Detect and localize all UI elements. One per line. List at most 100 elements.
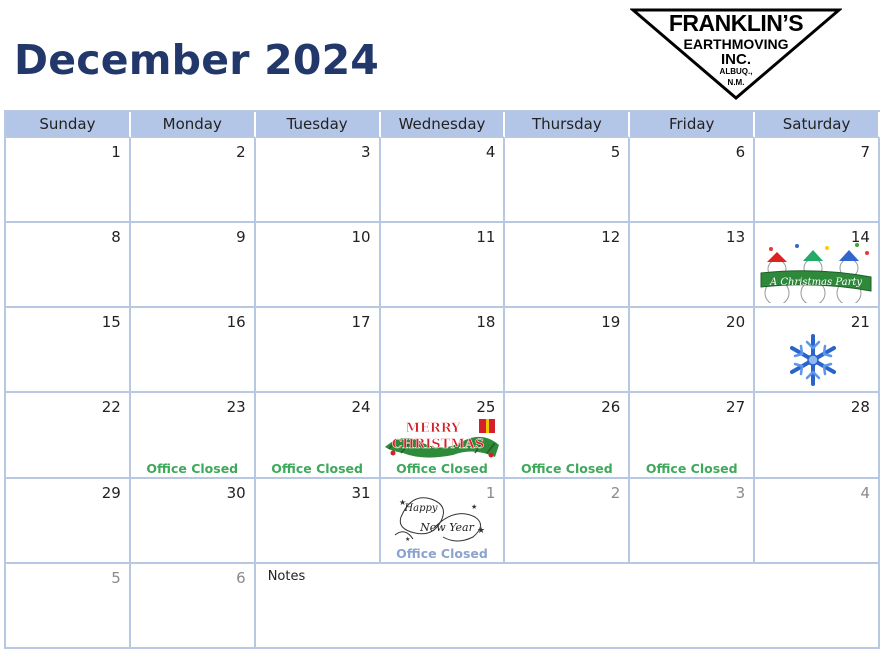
day-cell[interactable]: 16	[130, 308, 256, 394]
party-banner-text: A Christmas Party	[769, 277, 862, 288]
snowflake-icon	[785, 332, 841, 392]
day-number: 24	[351, 398, 371, 417]
day-cell[interactable]: 7	[755, 138, 880, 224]
day-number: 2	[610, 483, 621, 502]
day-cell[interactable]: 6	[630, 138, 756, 224]
day-cell[interactable]: 2	[130, 138, 256, 224]
christmas-party-clipart: A Christmas Party	[757, 241, 875, 307]
day-cell[interactable]: 28	[755, 393, 880, 479]
weekday-monday: Monday	[130, 112, 256, 138]
day-cell[interactable]: 29	[6, 478, 131, 564]
day-cell[interactable]: 24 Office Closed	[255, 393, 381, 479]
day-number: 10	[351, 228, 371, 247]
day-cell[interactable]: 22	[6, 393, 131, 479]
day-cell[interactable]: 1 Happy New Year ★ ★ ★ ★ Office Closed	[380, 478, 506, 564]
day-number: 25	[476, 398, 496, 417]
day-cell[interactable]: 15	[6, 308, 131, 394]
weekday-friday: Friday	[630, 112, 756, 138]
day-number: 18	[476, 313, 496, 332]
merry-text: MERRY	[405, 421, 461, 436]
day-number: 15	[101, 313, 121, 332]
day-cell[interactable]: 10	[255, 223, 381, 309]
day-number: 27	[726, 398, 746, 417]
day-number: 3	[361, 143, 371, 161]
day-number: 1	[485, 483, 496, 502]
day-number: 11	[476, 228, 496, 247]
weekday-saturday: Saturday	[755, 112, 880, 138]
day-cell[interactable]: 21	[755, 308, 880, 394]
day-number: 17	[351, 313, 371, 332]
day-number: 5	[610, 143, 621, 161]
day-cell[interactable]: 31	[255, 478, 381, 564]
svg-text:★: ★	[405, 536, 410, 543]
weekday-wednesday: Wednesday	[380, 112, 506, 138]
day-cell[interactable]: 17	[255, 308, 381, 394]
day-number: 9	[236, 228, 246, 247]
svg-text:★: ★	[471, 503, 477, 511]
day-number: 5	[111, 568, 121, 587]
logo-line-5: N.M.	[727, 78, 745, 87]
day-number: 23	[226, 398, 246, 417]
day-cell[interactable]: 11	[380, 223, 506, 309]
happy-new-year-clipart: Happy New Year ★ ★ ★ ★	[391, 487, 487, 551]
day-cell[interactable]: 30	[130, 478, 256, 564]
notes-area[interactable]: Notes	[255, 563, 880, 649]
day-cell[interactable]: 4	[380, 138, 506, 224]
day-cell[interactable]: 5	[6, 563, 131, 649]
office-closed-label: Office Closed	[645, 460, 738, 476]
day-number: 12	[601, 228, 621, 247]
day-number: 6	[236, 568, 246, 587]
day-cell[interactable]: 26 Office Closed	[505, 393, 631, 479]
day-number: 13	[726, 228, 746, 247]
christmas-text: CHRISTMAS	[391, 437, 483, 452]
logo-line-1: FRANKLIN’S	[668, 10, 804, 36]
new-year-text: New Year	[419, 521, 474, 534]
office-closed-label: Office Closed	[146, 460, 239, 476]
day-cell[interactable]: 2	[505, 478, 631, 564]
day-number: 31	[351, 483, 371, 502]
day-cell[interactable]: 3	[630, 478, 756, 564]
svg-text:★: ★	[399, 498, 406, 507]
office-closed-label: Office Closed	[396, 545, 488, 561]
calendar-grid: Sunday Monday Tuesday Wednesday Thursday…	[4, 110, 880, 649]
office-closed-label: Office Closed	[271, 460, 363, 476]
weekday-tuesday: Tuesday	[255, 112, 381, 138]
svg-text:★: ★	[477, 526, 485, 536]
day-cell[interactable]: 27 Office Closed	[630, 393, 756, 479]
day-number: 19	[601, 313, 621, 332]
day-cell[interactable]: 8	[6, 223, 131, 309]
day-cell[interactable]: 6	[130, 563, 256, 649]
day-number: 21	[850, 313, 870, 332]
day-number: 2	[236, 143, 246, 161]
day-number: 20	[726, 313, 746, 332]
logo-line-3: INC.	[721, 51, 751, 68]
day-number: 7	[860, 143, 870, 161]
logo-line-4: ALBUQ.,	[719, 67, 753, 76]
day-cell[interactable]: 13	[630, 223, 756, 309]
weekday-thursday: Thursday	[505, 112, 631, 138]
day-cell[interactable]: 23 Office Closed	[130, 393, 256, 479]
day-number: 1	[111, 143, 121, 161]
notes-label: Notes	[267, 568, 306, 584]
day-number: 4	[485, 143, 496, 161]
day-number: 29	[101, 483, 121, 502]
day-cell[interactable]: 4	[755, 478, 880, 564]
day-cell[interactable]: 14 A Christmas Party	[755, 223, 880, 309]
day-number: 28	[850, 398, 870, 417]
day-number: 16	[226, 313, 246, 332]
day-number: 22	[101, 398, 121, 417]
day-number: 30	[226, 483, 246, 502]
day-cell[interactable]: 25 MERRY CHRISTMAS Office Closed	[380, 393, 506, 479]
day-cell[interactable]: 5	[505, 138, 631, 224]
day-cell[interactable]: 12	[505, 223, 631, 309]
company-logo: FRANKLIN’S EARTHMOVING INC. ALBUQ., N.M.	[630, 8, 842, 100]
office-closed-label: Office Closed	[396, 460, 488, 476]
merry-christmas-clipart: MERRY CHRISTMAS	[383, 417, 501, 465]
day-cell[interactable]: 18	[380, 308, 506, 394]
day-cell[interactable]: 1	[6, 138, 131, 224]
day-cell[interactable]: 3	[255, 138, 381, 224]
day-cell[interactable]: 9	[130, 223, 256, 309]
logo-line-2: EARTHMOVING	[683, 36, 789, 52]
day-cell[interactable]: 20	[630, 308, 756, 394]
day-cell[interactable]: 19	[505, 308, 631, 394]
